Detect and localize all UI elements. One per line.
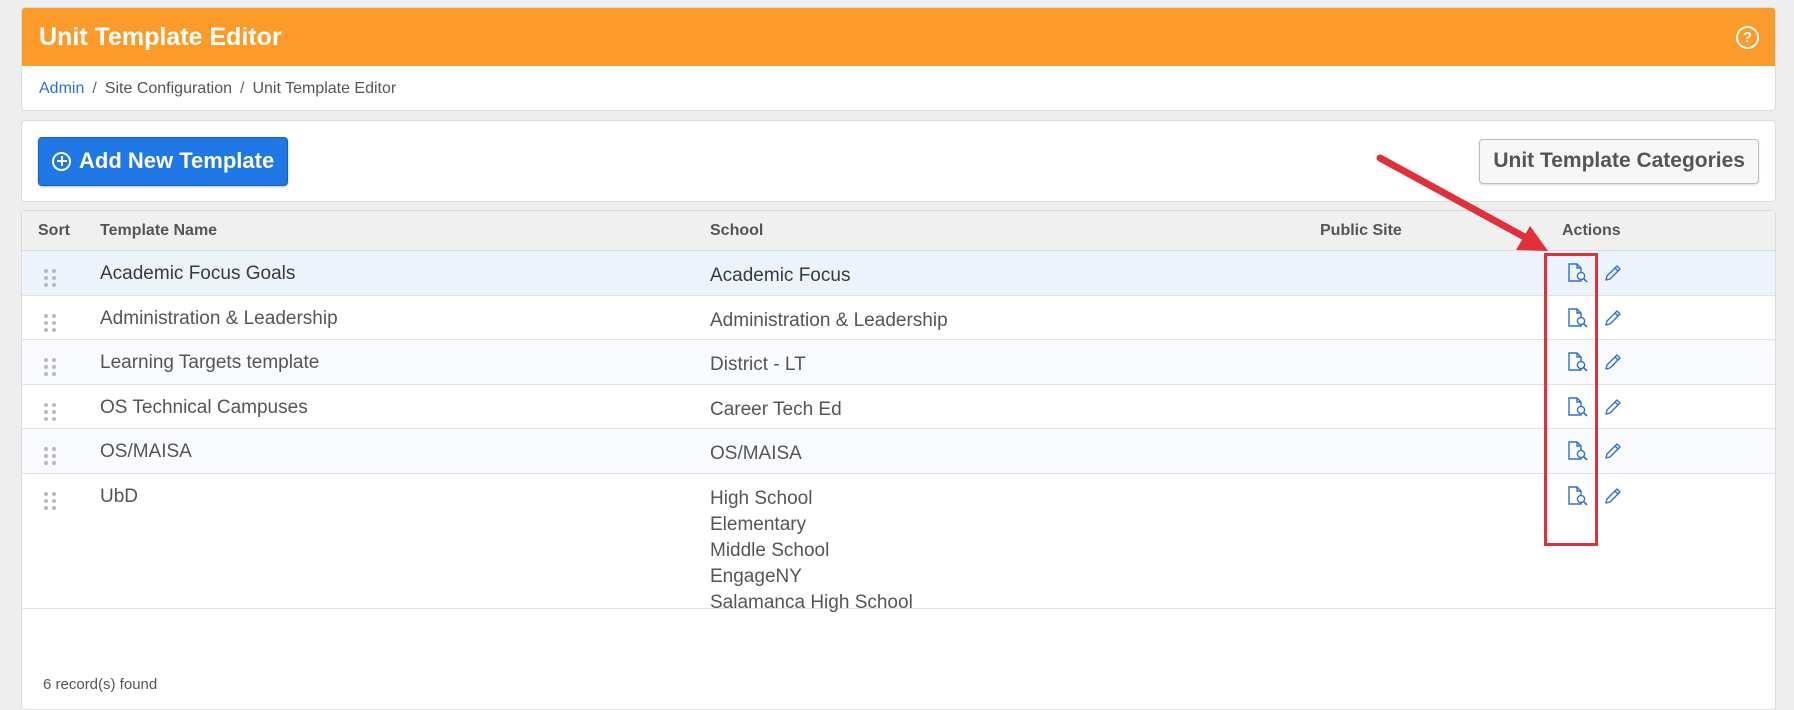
school-cell: Academic Focus — [710, 263, 850, 289]
template-name-cell: Administration & Leadership — [100, 308, 338, 329]
edit-template-pencil-icon[interactable] — [1603, 441, 1623, 467]
breadcrumb-link-admin[interactable]: Admin — [39, 80, 84, 98]
page-title: Unit Template Editor — [39, 22, 282, 51]
breadcrumb-separator: / — [92, 79, 97, 97]
school-name: EngageNY — [710, 566, 802, 587]
school-name: OS/MAISA — [710, 443, 802, 464]
drag-handle-icon[interactable] — [44, 447, 58, 465]
template-name-cell: OS/MAISA — [100, 441, 192, 462]
edit-template-pencil-icon[interactable] — [1603, 263, 1623, 289]
template-name-cell: Academic Focus Goals — [100, 263, 296, 284]
edit-template-pencil-icon[interactable] — [1603, 352, 1623, 378]
table-body: Academic Focus Goals Academic Focus Admini… — [22, 251, 1775, 613]
preview-template-icon[interactable] — [1567, 352, 1589, 378]
breadcrumb-item-site-configuration: Site Configuration — [104, 79, 232, 97]
table-header: Sort Template Name School Public Site Ac… — [22, 211, 1775, 251]
add-new-template-button[interactable]: Add New Template — [38, 136, 289, 186]
column-header-school[interactable]: School — [710, 222, 763, 240]
edit-template-pencil-icon[interactable] — [1603, 397, 1623, 423]
template-name-cell: OS Technical Campuses — [100, 397, 308, 418]
school-name: High School — [710, 488, 813, 509]
preview-template-icon[interactable] — [1567, 263, 1589, 289]
table-row: Administration & Leadership Administratio… — [22, 296, 1775, 340]
school-cell: High School Elementary Middle School Engage… — [710, 486, 913, 616]
record-count: 6 record(s) found — [43, 676, 158, 693]
preview-template-icon[interactable] — [1567, 486, 1589, 512]
template-name-cell: Learning Targets template — [100, 352, 320, 373]
school-name: District - LT — [710, 354, 806, 375]
header-panel: Unit Template Editor ? Admin / Site Conf… — [21, 7, 1776, 111]
template-name-cell: UbD — [100, 486, 139, 507]
unit-template-categories-button[interactable]: Unit Template Categories — [1479, 138, 1759, 184]
preview-template-icon[interactable] — [1567, 397, 1589, 423]
column-header-actions: Actions — [1562, 222, 1621, 239]
drag-handle-icon[interactable] — [44, 269, 58, 287]
table-row: OS/MAISA OS/MAISA — [22, 429, 1775, 474]
table-row: UbD High School Elementary Middle School Eng… — [22, 474, 1775, 613]
drag-handle-icon[interactable] — [44, 314, 58, 332]
preview-template-icon[interactable] — [1567, 308, 1589, 334]
school-cell: Administration & Leadership — [710, 308, 948, 334]
templates-table: Sort Template Name School Public Site Ac… — [21, 210, 1776, 710]
school-name: Middle School — [710, 540, 830, 561]
edit-template-pencil-icon[interactable] — [1603, 486, 1623, 512]
school-name: Career Tech Ed — [710, 399, 842, 420]
school-name: Elementary — [710, 514, 807, 535]
school-cell: Career Tech Ed — [710, 397, 842, 423]
table-row: Academic Focus Goals Academic Focus — [22, 251, 1775, 296]
add-new-template-label: Add New Template — [79, 148, 275, 173]
drag-handle-icon[interactable] — [44, 358, 58, 376]
table-row: Learning Targets template District - LT — [22, 340, 1775, 385]
table-row: OS Technical Campuses Career Tech Ed — [22, 385, 1775, 429]
school-name: Academic Focus — [710, 265, 851, 286]
preview-template-icon[interactable] — [1567, 441, 1589, 467]
column-header-sort[interactable]: Sort — [38, 222, 70, 240]
drag-handle-icon[interactable] — [44, 403, 58, 421]
toolbar: Add New Template Unit Template Categorie… — [21, 120, 1776, 202]
title-bar: Unit Template Editor ? — [22, 8, 1775, 66]
school-name: Administration & Leadership — [710, 310, 948, 331]
breadcrumb: Admin / Site Configuration / Unit Templa… — [22, 66, 1775, 110]
column-header-public-site[interactable]: Public Site — [1320, 222, 1402, 240]
drag-handle-icon[interactable] — [44, 492, 58, 510]
breadcrumb-separator: / — [240, 79, 245, 97]
school-cell: OS/MAISA — [710, 441, 802, 467]
school-name: Salamanca High School — [710, 592, 913, 613]
edit-template-pencil-icon[interactable] — [1603, 308, 1623, 334]
help-icon[interactable]: ? — [1736, 25, 1759, 49]
school-cell: District - LT — [710, 352, 806, 378]
plus-circle-icon — [52, 151, 71, 171]
column-header-template-name[interactable]: Template Name — [100, 222, 217, 240]
breadcrumb-item-current: Unit Template Editor — [252, 79, 397, 97]
